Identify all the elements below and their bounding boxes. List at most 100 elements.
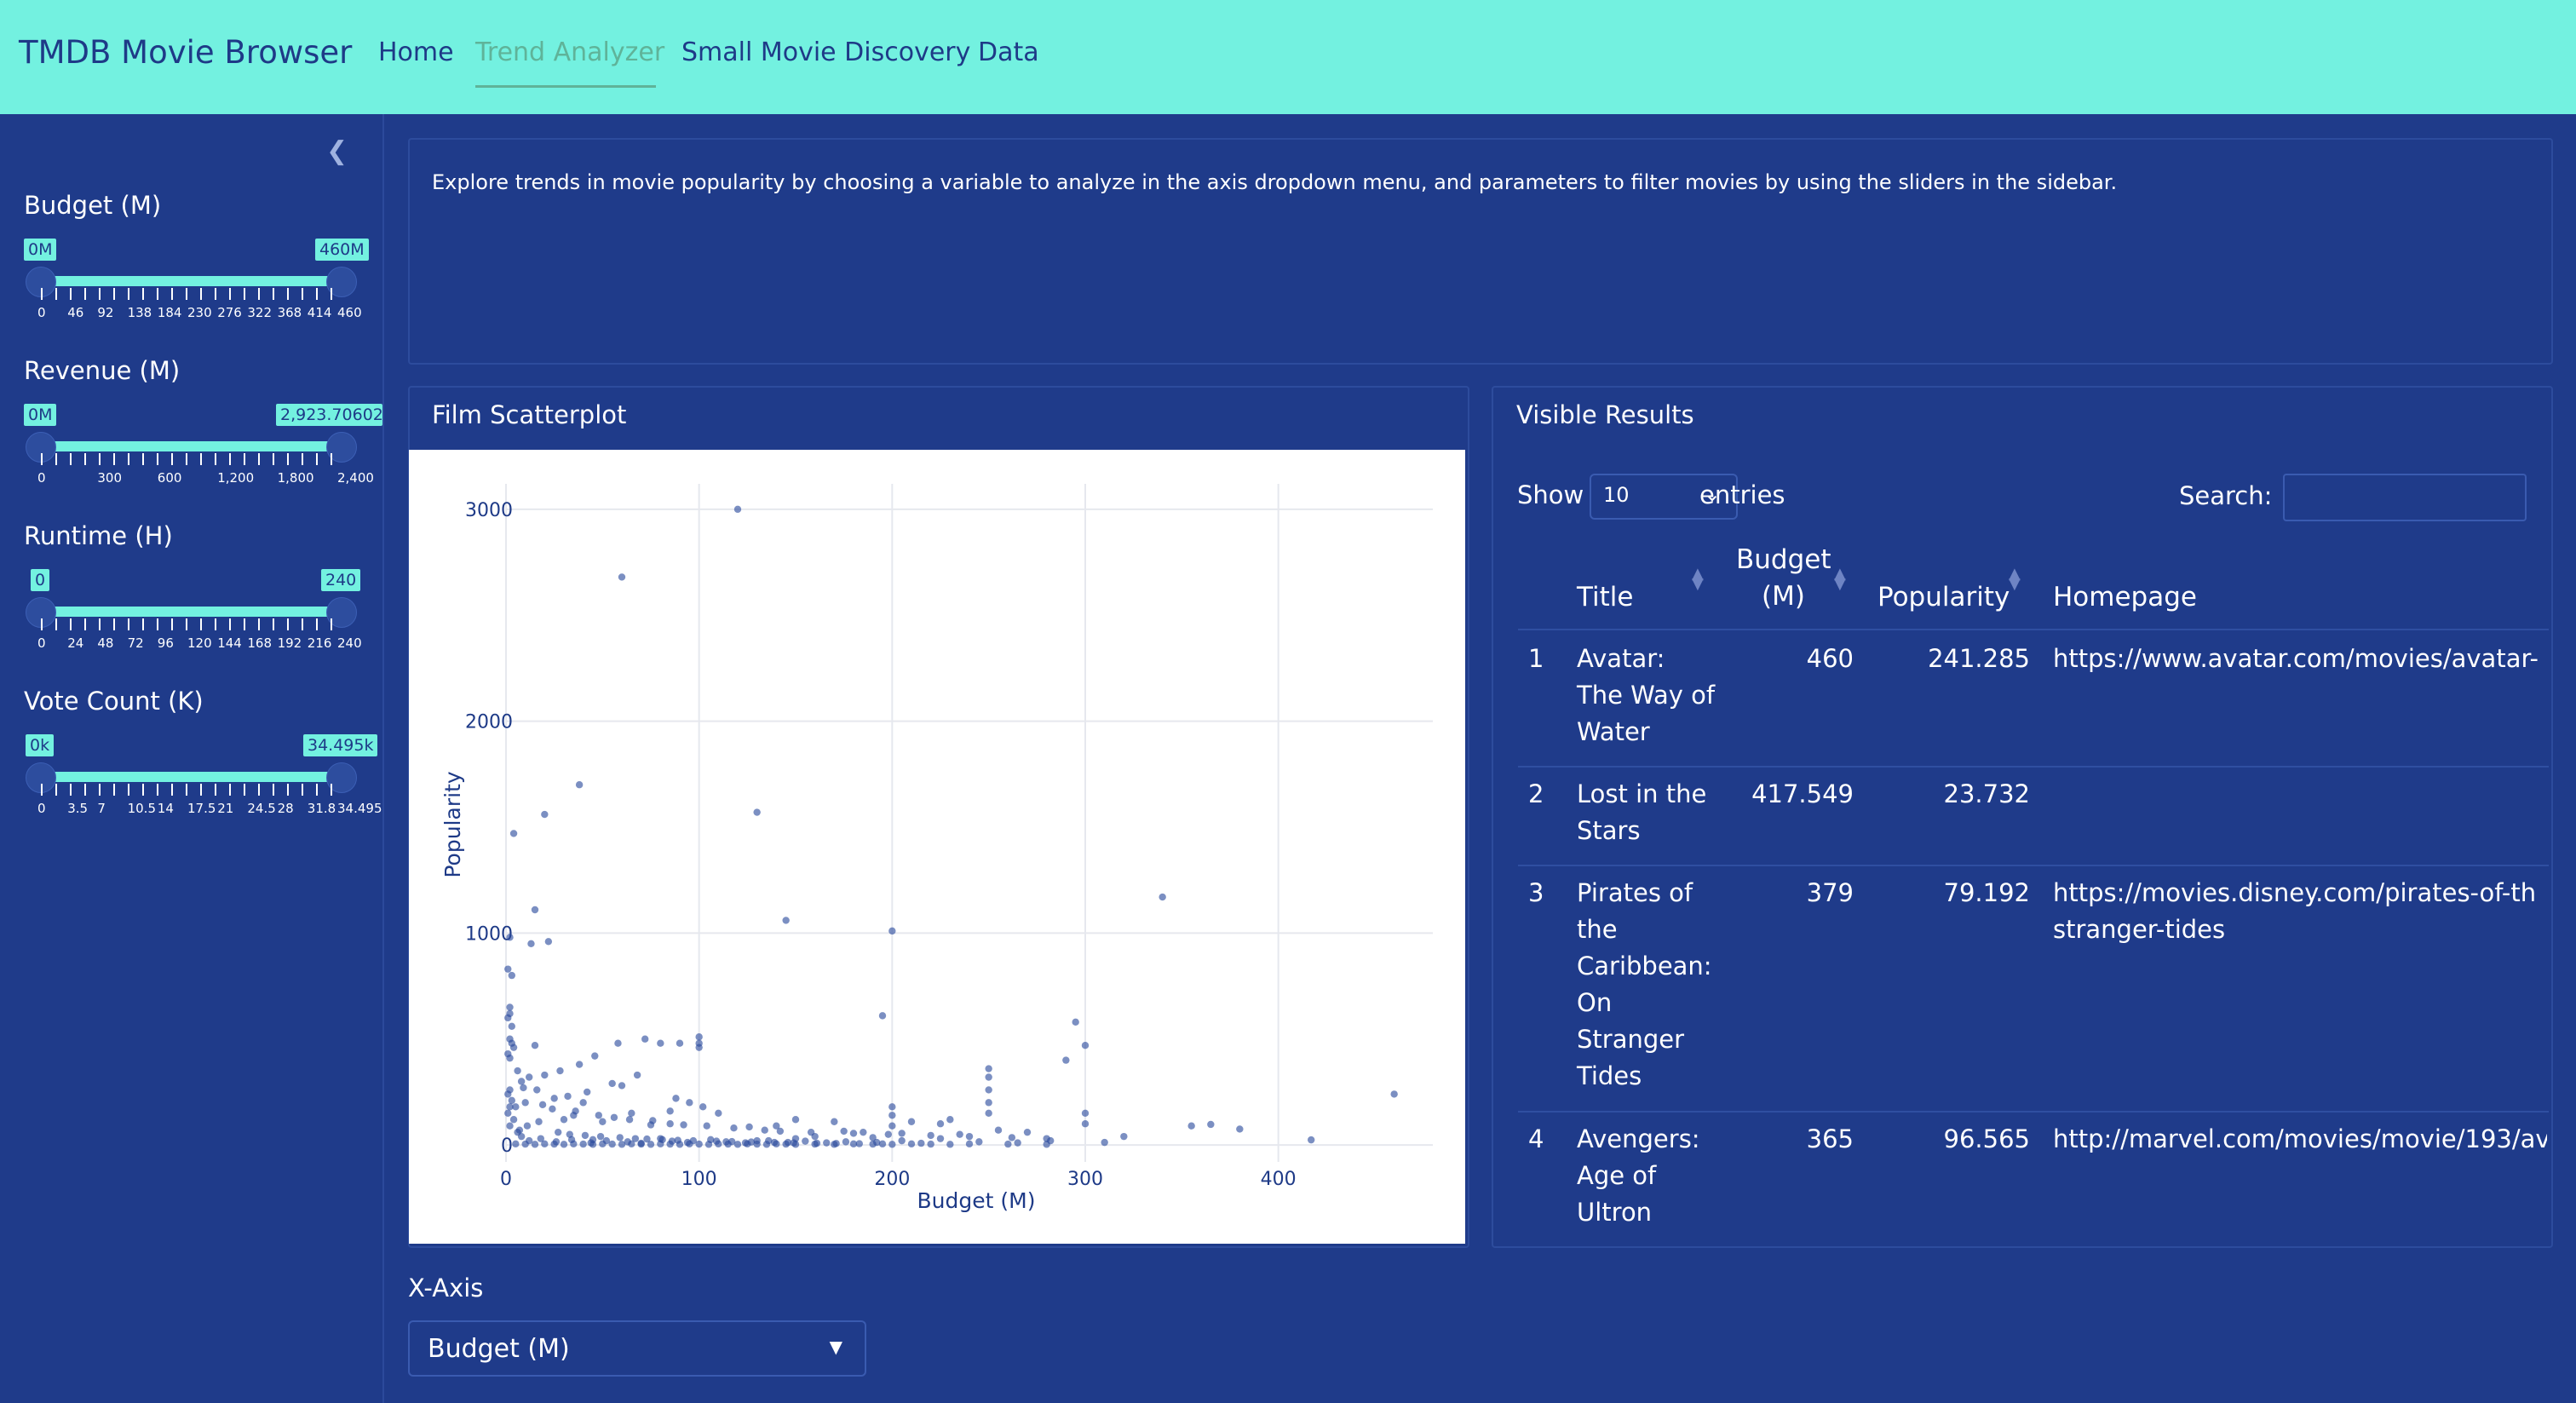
- data-point: [614, 1039, 622, 1047]
- runtime-slider-track[interactable]: [41, 607, 341, 617]
- vote-count-ticks: [41, 784, 342, 796]
- slider-tick-label: 216: [307, 635, 332, 651]
- data-point: [549, 1105, 556, 1113]
- navbar: TMDB Movie Browser Home Trend Analyzer S…: [0, 0, 2576, 114]
- nav-small-movie-discovery[interactable]: Small Movie Discovery: [681, 37, 970, 67]
- slider-tick-label: 460: [337, 305, 362, 320]
- xaxis-select[interactable]: Budget (M) ▼: [408, 1320, 866, 1377]
- data-point: [508, 1022, 515, 1030]
- budget-max-badge: 460M: [315, 239, 369, 261]
- data-point: [831, 1141, 838, 1148]
- data-point: [521, 1140, 529, 1148]
- data-point: [618, 573, 626, 581]
- data-point: [581, 1131, 589, 1140]
- row-separator: [1518, 1111, 2549, 1113]
- collapse-sidebar-icon[interactable]: ❮: [326, 136, 348, 166]
- data-point: [556, 1067, 564, 1075]
- x-axis-title: Budget (M): [917, 1188, 1036, 1213]
- y-tick-label: 1000: [465, 923, 513, 945]
- data-point: [527, 940, 535, 947]
- row-popularity: 23.732: [1943, 779, 2030, 808]
- col-header-budget-line1[interactable]: Budget: [1736, 542, 1831, 578]
- x-tick-label: 300: [1067, 1169, 1103, 1190]
- data-point: [878, 1012, 887, 1020]
- slider-tick-label: 48: [97, 635, 114, 651]
- app-title[interactable]: TMDB Movie Browser: [19, 34, 352, 71]
- col-header-homepage[interactable]: Homepage: [2053, 579, 2197, 616]
- slider-tick-label: 24.5: [247, 801, 276, 816]
- budget-slider-track[interactable]: [41, 276, 341, 286]
- row-popularity: 79.192: [1943, 878, 2030, 907]
- data-point: [994, 1126, 1003, 1134]
- row-homepage-link[interactable]: https://www.avatar.com/movies/avatar-: [2053, 641, 2547, 677]
- data-point: [618, 1141, 626, 1148]
- vote-count-slider-track[interactable]: [41, 772, 341, 782]
- scatterplot-title: Film Scatterplot: [432, 400, 627, 429]
- data-point: [560, 1141, 568, 1148]
- data-point: [637, 1140, 645, 1148]
- data-point: [506, 1103, 514, 1111]
- revenue-ticks: [41, 453, 342, 465]
- slider-tick-label: 1,800: [277, 470, 314, 486]
- data-point: [506, 1003, 514, 1011]
- data-point: [666, 1120, 674, 1128]
- scatterplot-svg[interactable]: 0 100 200 300 400 0 1000 2000 3000 Budget (M) Popu…: [409, 450, 1465, 1244]
- slider-tick-label: 192: [277, 635, 302, 651]
- row-separator: [1518, 766, 2549, 768]
- data-point: [520, 1084, 527, 1092]
- row-homepage-link[interactable]: https://movies.disney.com/pirates-of-th: [2053, 875, 2547, 911]
- data-point: [526, 1073, 533, 1081]
- row-title: Caribbean:: [1577, 952, 1712, 980]
- data-point: [699, 1103, 707, 1111]
- sort-title-icon[interactable]: ▲ ▼: [1692, 566, 1704, 592]
- data-point: [704, 1141, 713, 1148]
- data-point: [936, 1120, 945, 1128]
- data-point: [730, 1124, 738, 1132]
- data-point: [840, 1127, 848, 1136]
- slider-tick-label: 17.5: [187, 801, 216, 816]
- x-tick-label: 200: [874, 1169, 910, 1190]
- slider-tick-label: 96: [157, 635, 174, 651]
- data-point: [566, 1130, 573, 1138]
- row-popularity: 241.285: [1928, 644, 2030, 673]
- data-point: [570, 1112, 578, 1119]
- runtime-max-badge: 240: [321, 569, 361, 591]
- row-budget: 379: [1806, 878, 1854, 907]
- slider-tick-label: 0: [37, 635, 46, 651]
- data-point: [878, 1140, 887, 1148]
- data-point: [657, 1140, 664, 1148]
- data-point: [946, 1141, 954, 1148]
- revenue-slider-track[interactable]: [41, 441, 341, 451]
- data-point: [509, 830, 518, 837]
- y-tick-label: 2000: [465, 712, 513, 733]
- revenue-max-badge: 2,923.706026: [276, 404, 382, 426]
- nav-home[interactable]: Home: [378, 37, 454, 67]
- nav-trend-analyzer[interactable]: Trend Analyzer: [475, 37, 664, 67]
- data-point: [884, 1130, 892, 1138]
- data-point: [753, 808, 761, 816]
- scatterplot-area[interactable]: 0 100 200 300 400 0 1000 2000 3000 Budget (M) Popu…: [409, 450, 1465, 1244]
- col-header-title[interactable]: Title: [1577, 579, 1633, 616]
- search-input[interactable]: [2283, 474, 2527, 521]
- data-point: [504, 1090, 512, 1098]
- data-point: [541, 810, 549, 819]
- slider-tick-label: 72: [127, 635, 144, 651]
- col-header-budget-line2[interactable]: (M): [1762, 578, 1805, 615]
- sort-budget-icon[interactable]: ▲ ▼: [1834, 566, 1846, 592]
- data-point: [610, 1113, 618, 1121]
- sort-popularity-icon[interactable]: ▲ ▼: [2009, 566, 2021, 592]
- row-budget: 365: [1806, 1124, 1854, 1153]
- col-header-popularity[interactable]: Popularity: [1877, 579, 2010, 616]
- data-point: [1081, 1109, 1090, 1117]
- data-point: [1023, 1128, 1032, 1136]
- data-point: [616, 1134, 624, 1141]
- data-point: [715, 1109, 722, 1117]
- data-point: [791, 1141, 800, 1148]
- nav-data[interactable]: Data: [978, 37, 1039, 67]
- row-homepage-link[interactable]: stranger-tides: [2053, 911, 2547, 948]
- row-homepage-link[interactable]: http://marvel.com/movies/movie/193/av: [2053, 1121, 2547, 1158]
- row-title: Water: [1577, 717, 1650, 746]
- data-point: [535, 1118, 543, 1125]
- data-point: [514, 1067, 521, 1075]
- data-point: [676, 1141, 684, 1148]
